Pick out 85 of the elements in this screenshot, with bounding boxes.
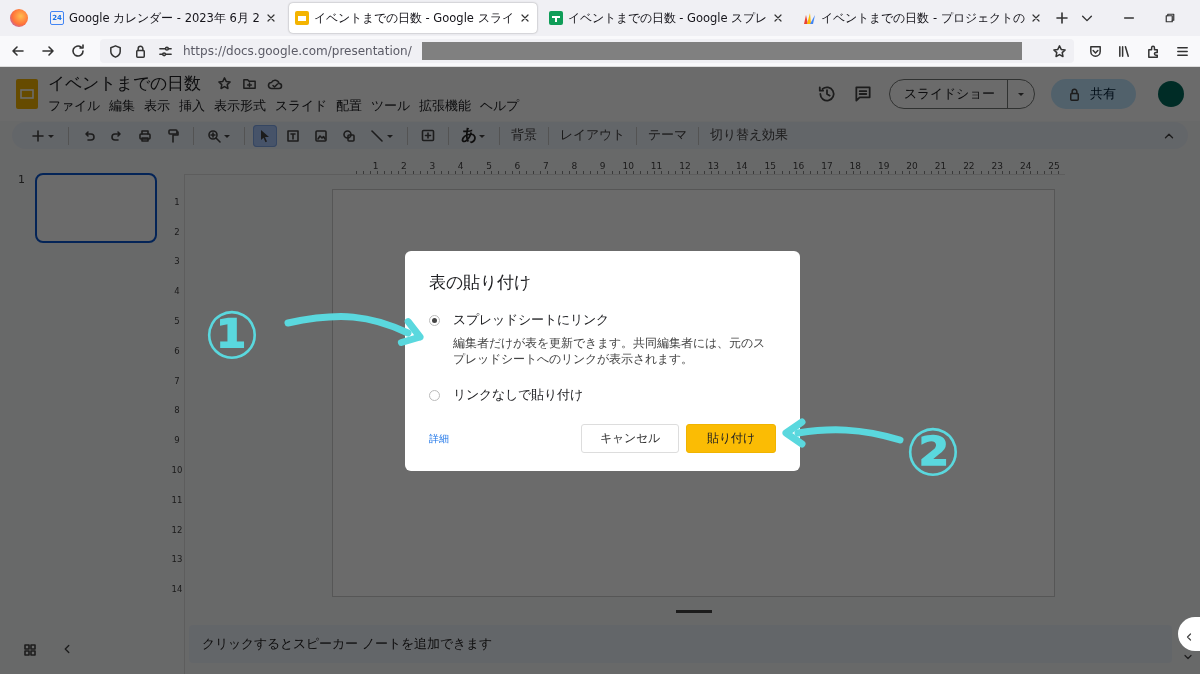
ruler-number: 6 — [174, 344, 180, 358]
slides-icon — [294, 11, 309, 25]
restore-icon[interactable] — [1163, 12, 1176, 24]
paint-format-icon — [165, 127, 181, 144]
option-description: 編集者だけが表を更新できます。共同編集者には、元のスプレッドシートへのリンクが表示されます。 — [453, 335, 766, 368]
option-label[interactable]: リンクなしで貼り付け — [453, 387, 583, 405]
add-icon — [30, 127, 46, 144]
slide-number: 1 — [18, 173, 25, 186]
ruler-number: 10 — [171, 464, 183, 478]
lock-icon — [1067, 86, 1082, 102]
address-field[interactable]: https://docs.google.com/presentation/ — [100, 39, 1074, 63]
cancel-button[interactable]: キャンセル — [581, 424, 679, 454]
extensions-icon[interactable] — [1146, 43, 1161, 59]
pocket-icon[interactable] — [1088, 43, 1103, 59]
back-icon[interactable] — [10, 43, 26, 59]
library-icon[interactable] — [1117, 43, 1132, 59]
lock-icon — [133, 43, 148, 59]
browser-tab[interactable]: イベントまでの日数 - Google スプレ — [542, 3, 791, 33]
folder-icon[interactable] — [242, 76, 257, 91]
url-text: https://docs.google.com/presentation/ — [183, 44, 412, 58]
tab-title: イベントまでの日数 - Google スライ — [313, 10, 514, 26]
option-label[interactable]: スプレッドシートにリンク — [453, 312, 771, 329]
menu-item[interactable]: 表示形式 — [214, 97, 266, 116]
cursor-tool[interactable] — [253, 124, 277, 147]
step-number: ② — [905, 420, 961, 486]
slide-thumbnail[interactable] — [35, 173, 157, 243]
zoom-icon — [206, 127, 222, 144]
grid-view-icon[interactable] — [22, 642, 38, 658]
print-icon — [137, 127, 153, 144]
browser-logo-icon[interactable] — [10, 9, 28, 27]
menu-item[interactable]: ツール — [371, 97, 410, 116]
menu-item[interactable]: ヘルプ — [480, 97, 519, 116]
ruler-number: 11 — [171, 493, 183, 507]
menu-item[interactable]: 編集 — [109, 97, 135, 116]
input-tools-button[interactable]: あ — [457, 122, 491, 149]
ruler-number: 1 — [174, 195, 180, 209]
menu-item[interactable]: 挿入 — [179, 97, 205, 116]
browser-tab[interactable]: イベントまでの日数 - プロジェクトの — [796, 3, 1048, 33]
menu-item[interactable]: ファイル — [48, 97, 100, 116]
shapes-icon — [341, 127, 357, 144]
menu-item[interactable]: 配置 — [336, 97, 362, 116]
forward-icon[interactable] — [40, 43, 56, 59]
tab-title: イベントまでの日数 - プロジェクトの — [821, 10, 1025, 26]
shield-icon — [108, 43, 123, 59]
line-icon — [369, 127, 385, 144]
tab-title: イベントまでの日数 - Google スプレ — [567, 10, 768, 26]
bookmark-star-icon[interactable] — [1051, 43, 1067, 59]
ruler-number: 13 — [171, 553, 183, 567]
image-icon — [313, 127, 329, 144]
ruler-number: 5 — [174, 315, 180, 329]
ruler-number: 7 — [174, 374, 180, 388]
toolbar-button[interactable]: 背景 — [508, 127, 540, 144]
comment-icon[interactable] — [853, 84, 873, 104]
toolbar-button[interactable]: テーマ — [645, 127, 690, 144]
ruler-number: 12 — [171, 523, 183, 537]
toolbar-button[interactable]: レイアウト — [557, 127, 628, 144]
toolbar-button[interactable]: 切り替え効果 — [707, 127, 791, 144]
sheets-icon — [548, 11, 563, 25]
ruler-number: 14 — [171, 583, 183, 597]
ruler-number: 2 — [174, 225, 180, 239]
share-button[interactable]: 共有 — [1051, 79, 1136, 109]
ruler-number: 4 — [174, 285, 180, 299]
browser-tab[interactable]: イベントまでの日数 - Google スライ — [288, 3, 537, 33]
ruler-number: 8 — [174, 404, 180, 418]
new-tab-icon[interactable] — [1053, 10, 1070, 26]
tab-title: Google カレンダー - 2023年 6月 2 — [69, 10, 260, 26]
step-number: ① — [204, 303, 260, 369]
avatar[interactable] — [1158, 81, 1184, 107]
resize-handle[interactable] — [675, 610, 712, 613]
document-title[interactable]: イベントまでの日数 — [48, 72, 201, 95]
menu-item[interactable]: スライド — [275, 97, 327, 116]
side-panel-toggle[interactable] — [1178, 617, 1200, 651]
add-comment-icon — [420, 127, 436, 144]
ruler-number: 3 — [174, 255, 180, 269]
ruler-number: 9 — [174, 434, 180, 448]
paste-button[interactable]: 貼り付け — [686, 424, 776, 454]
history-icon[interactable] — [817, 84, 837, 104]
star-icon[interactable] — [217, 76, 232, 91]
menu-item[interactable]: 表示 — [144, 97, 170, 116]
dialog-title: 表の貼り付け — [429, 271, 532, 294]
reload-icon[interactable] — [70, 43, 86, 59]
speaker-notes-field[interactable]: クリックするとスピーカー ノートを追加できます — [189, 625, 1172, 663]
text-box-icon — [285, 127, 301, 144]
details-link[interactable]: 詳細 — [429, 431, 449, 446]
menu-item[interactable]: 拡張機能 — [419, 97, 471, 116]
